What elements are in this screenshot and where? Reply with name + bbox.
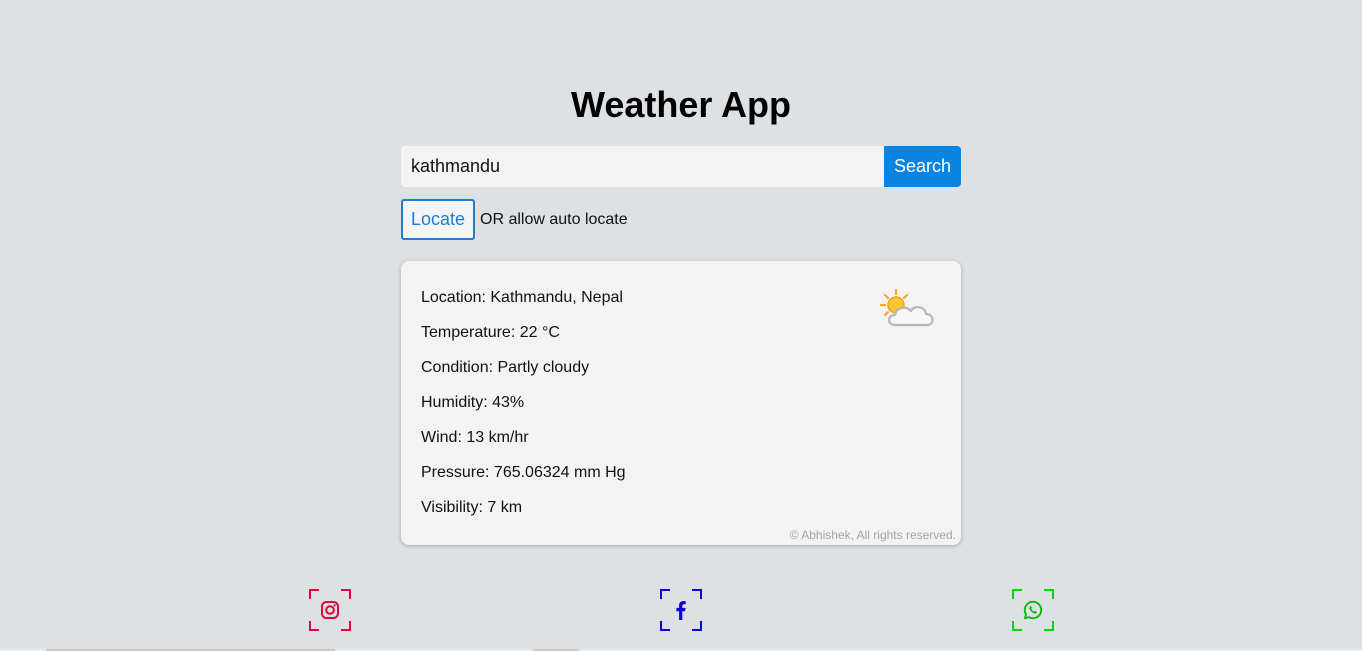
humidity-text: Humidity: 43% <box>421 394 525 411</box>
search-input[interactable] <box>401 146 884 187</box>
whatsapp-link[interactable] <box>1012 589 1054 631</box>
facebook-link[interactable] <box>660 589 702 631</box>
partly-cloudy-icon <box>879 288 934 327</box>
pressure-text: Pressure: 765.06324 mm Hg <box>421 464 626 481</box>
auto-locate-hint: OR allow auto locate <box>480 210 628 228</box>
weather-card: Location: Kathmandu, Nepal Temperature: … <box>401 261 961 545</box>
whatsapp-icon <box>1023 600 1043 620</box>
search-button[interactable]: Search <box>884 146 961 187</box>
condition-text: Condition: Partly cloudy <box>421 359 590 376</box>
search-bar: Search <box>401 146 961 187</box>
facebook-icon <box>676 601 686 620</box>
instagram-icon <box>321 601 339 619</box>
copyright-text: © Abhishek, All rights reserved. <box>789 528 956 542</box>
visibility-text: Visibility: 7 km <box>421 499 523 516</box>
temperature-text: Temperature: 22 °C <box>421 324 560 341</box>
locate-button[interactable]: Locate <box>401 199 475 240</box>
instagram-link[interactable] <box>309 589 351 631</box>
weather-details: Location: Kathmandu, Nepal Temperature: … <box>421 288 626 533</box>
page-title: Weather App <box>570 84 792 125</box>
wind-text: Wind: 13 km/hr <box>421 429 529 446</box>
location-text: Location: Kathmandu, Nepal <box>421 289 623 306</box>
locate-row: Locate OR allow auto locate <box>401 199 628 240</box>
